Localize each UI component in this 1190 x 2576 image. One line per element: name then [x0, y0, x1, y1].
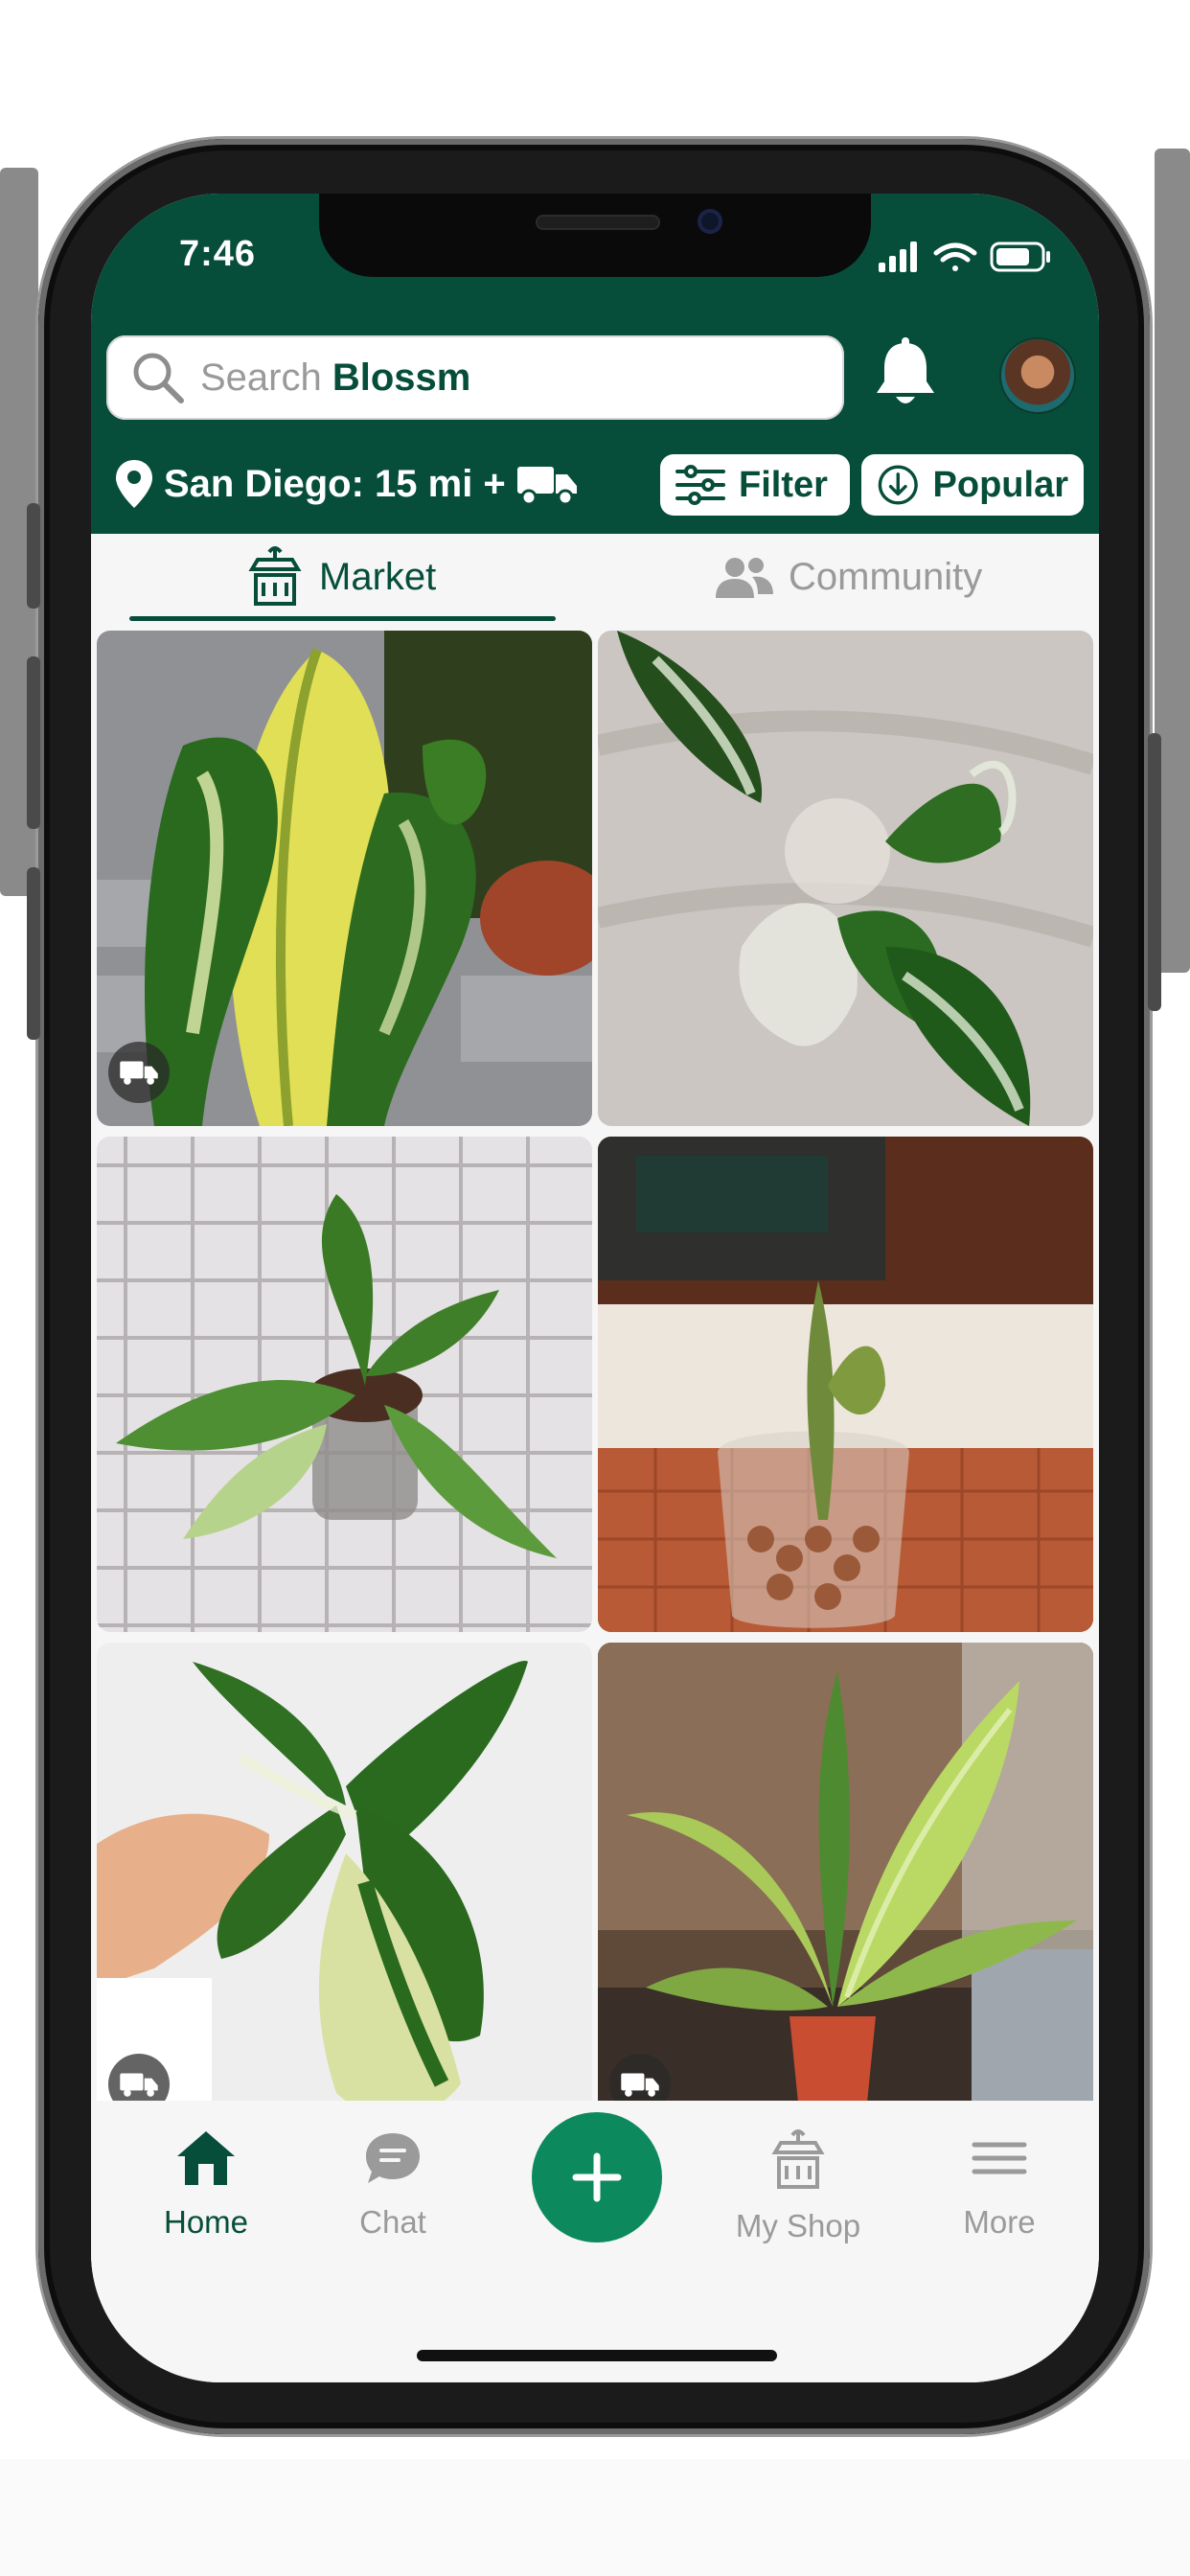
sort-label: Popular — [932, 464, 1068, 505]
filter-sliders-icon — [675, 465, 725, 505]
search-placeholder-prefix: Search — [200, 356, 322, 399]
front-camera — [698, 209, 722, 234]
feed-tabs: Market Community — [91, 534, 1099, 625]
listing-photo — [598, 631, 1093, 1126]
listing-card[interactable] — [598, 631, 1093, 1126]
chat-bubble-icon — [366, 2133, 420, 2183]
sort-popular-button[interactable]: Popular — [861, 454, 1084, 516]
listing-photo — [97, 1643, 592, 2138]
bottom-nav: Home Chat My Shop More — [91, 2101, 1099, 2382]
location-pin-icon — [116, 460, 152, 508]
sort-down-circle-icon — [878, 465, 918, 505]
status-icons — [879, 238, 1061, 276]
notch — [319, 194, 871, 277]
listing-card[interactable] — [97, 1643, 592, 2138]
listing-photo — [598, 1137, 1093, 1632]
delivery-truck-icon — [621, 2073, 659, 2097]
listing-card[interactable] — [598, 1643, 1093, 2138]
nav-more-label: More — [963, 2204, 1036, 2240]
nav-home[interactable]: Home — [129, 2129, 283, 2241]
plus-icon — [572, 2152, 622, 2202]
listing-card[interactable] — [97, 631, 592, 1126]
nav-home-label: Home — [163, 2204, 249, 2240]
battery-icon — [990, 242, 1050, 272]
tab-market-label: Market — [319, 555, 437, 598]
search-brand-name: Blossm — [332, 356, 471, 399]
wifi-icon — [933, 242, 977, 271]
status-time: 7:46 — [179, 234, 257, 274]
market-stall-icon — [248, 546, 302, 606]
search-icon — [133, 353, 184, 403]
shipping-badge — [108, 1042, 170, 1103]
delivery-truck-icon — [516, 467, 577, 505]
app-screen: 7:46 Search Blossm San Diego: 15 mi + Fi… — [91, 194, 1099, 2382]
menu-icon — [972, 2142, 1027, 2174]
listing-photo — [97, 1137, 592, 1632]
power-button — [1148, 733, 1161, 1011]
active-tab-indicator — [129, 616, 556, 621]
tab-market[interactable]: Market — [244, 546, 437, 606]
listing-card[interactable] — [97, 1137, 592, 1632]
people-icon — [716, 558, 773, 598]
earpiece — [536, 215, 660, 230]
nav-chat-label: Chat — [359, 2204, 426, 2240]
nav-more[interactable]: More — [923, 2129, 1076, 2241]
home-icon — [177, 2131, 235, 2185]
listing-photo — [598, 1643, 1093, 2138]
volume-up-button — [27, 656, 40, 829]
location-selector[interactable]: San Diego: 15 mi + — [116, 458, 577, 510]
app-header: 7:46 Search Blossm San Diego: 15 mi + Fi… — [91, 194, 1099, 534]
volume-down-button — [27, 867, 40, 1040]
tab-community[interactable]: Community — [714, 551, 982, 603]
listing-card[interactable] — [598, 1137, 1093, 1632]
tab-community-label: Community — [789, 555, 983, 598]
nav-my-shop-label: My Shop — [735, 2208, 861, 2243]
location-label: San Diego: 15 mi + — [164, 462, 506, 505]
page-bottom-band — [0, 2459, 1190, 2576]
listing-photo — [97, 631, 592, 1126]
search-bar[interactable]: Search Blossm — [106, 335, 844, 420]
add-listing-button[interactable] — [532, 2112, 662, 2242]
nav-chat[interactable]: Chat — [316, 2129, 469, 2241]
notifications-bell-icon[interactable] — [869, 337, 942, 412]
home-indicator[interactable] — [417, 2350, 777, 2361]
signal-icon — [879, 242, 917, 272]
search-placeholder: Search Blossm — [200, 356, 470, 400]
delivery-truck-icon — [120, 2073, 158, 2097]
silent-switch — [27, 503, 40, 609]
profile-avatar[interactable] — [1001, 339, 1074, 412]
market-stall-icon — [771, 2129, 825, 2189]
nav-my-shop[interactable]: My Shop — [721, 2129, 875, 2244]
filter-button[interactable]: Filter — [660, 454, 850, 516]
delivery-truck-icon — [120, 1061, 158, 1085]
filter-label: Filter — [739, 464, 828, 505]
